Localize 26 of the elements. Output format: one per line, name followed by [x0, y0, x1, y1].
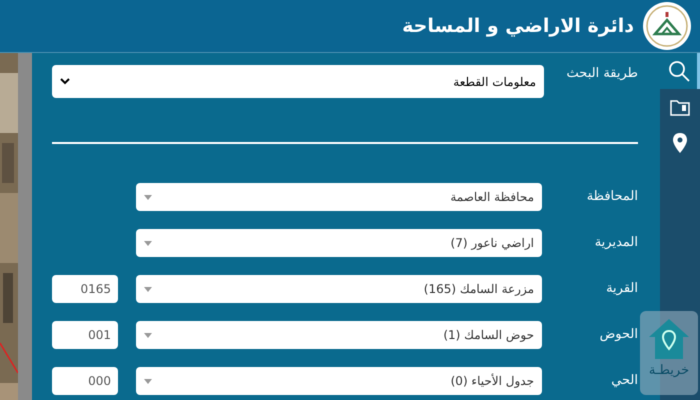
caret-icon	[144, 332, 152, 338]
dropdown[interactable]: محافظة العاصمة	[136, 183, 542, 211]
caret-icon	[144, 240, 152, 246]
dropdown[interactable]: حوض السامك (1)	[136, 321, 542, 349]
caret-icon	[144, 286, 152, 292]
code-field[interactable]: 000	[52, 367, 118, 395]
house-pin-icon	[647, 317, 691, 361]
dropdown[interactable]: مزرعة السامك (165)	[136, 275, 542, 303]
field-label: الحي	[610, 372, 638, 390]
field-label: القرية	[605, 280, 638, 298]
field-label: المديرية	[594, 234, 638, 252]
field-label: الحوض	[598, 326, 638, 344]
logo-icon	[642, 1, 692, 51]
dropdown[interactable]: جدول الأحياء (0)	[136, 367, 542, 395]
caret-icon	[144, 378, 152, 384]
code-field[interactable]: 0165	[52, 275, 118, 303]
search-icon[interactable]	[660, 53, 700, 89]
app-title: دائرة الاراضي و المساحة	[402, 14, 634, 39]
caret-icon	[144, 194, 152, 200]
dropdown[interactable]: اراضي ناعور (7)	[136, 229, 542, 257]
scrollbar[interactable]	[18, 53, 32, 400]
code-field[interactable]: 001	[52, 321, 118, 349]
dropdown[interactable]: معلومات القطعة	[52, 65, 544, 98]
chevron-icon	[60, 78, 70, 85]
field-label: المحافظة	[586, 188, 638, 206]
field-label: طريقة البحث	[566, 65, 638, 83]
